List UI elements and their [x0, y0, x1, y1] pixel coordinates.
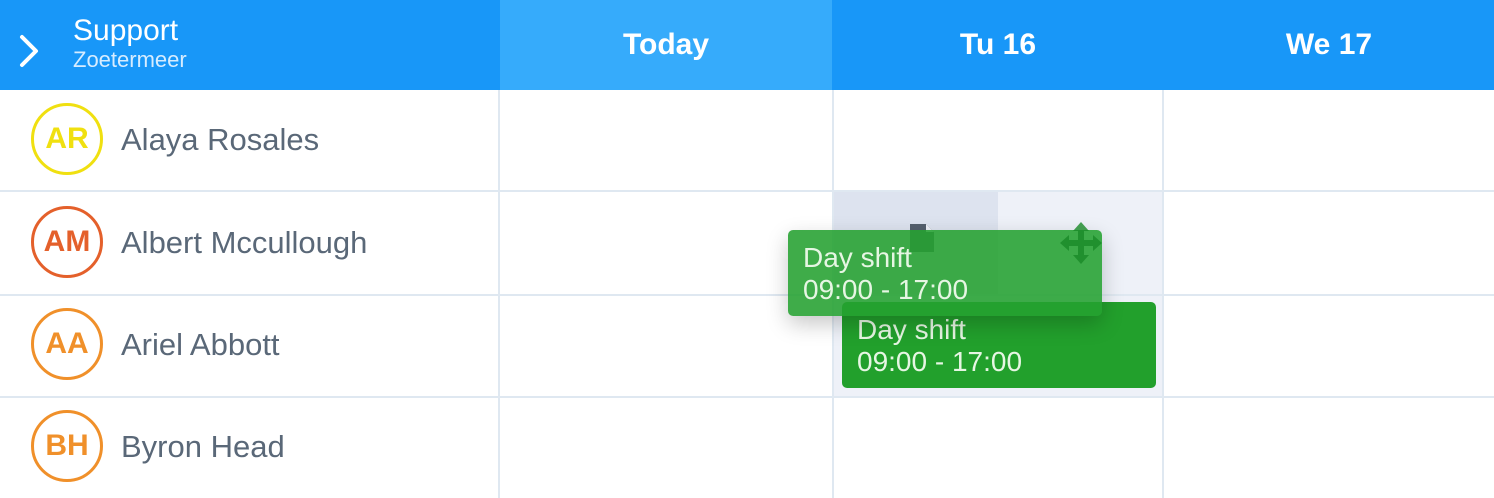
employee-name: Byron Head [121, 429, 285, 464]
employee-name: Albert Mccullough [121, 225, 368, 260]
schedule-header: Support Zoetermeer Today Tu 16 We 17 [0, 0, 1494, 90]
shift-title: Day shift [857, 314, 966, 345]
day-header-tu16[interactable]: Tu 16 [832, 0, 1164, 90]
avatar: AM [31, 206, 103, 278]
shift-title: Day shift [803, 242, 912, 273]
avatar: AR [31, 103, 103, 175]
move-icon [1060, 222, 1102, 264]
team-location: Zoetermeer [73, 47, 187, 72]
employee-name: Ariel Abbott [121, 327, 280, 362]
employee-row[interactable]: AM Albert Mccullough [0, 192, 498, 292]
avatar: AA [31, 308, 103, 380]
day-header-we17[interactable]: We 17 [1164, 0, 1494, 90]
employee-row[interactable]: AA Ariel Abbott [0, 296, 498, 396]
shift-time: 09:00 - 17:00 [803, 274, 969, 305]
employee-name: Alaya Rosales [121, 122, 320, 157]
day-header-today[interactable]: Today [500, 0, 832, 90]
avatar: BH [31, 410, 103, 482]
dragging-shift-block[interactable]: Day shift 09:00 - 17:00 [788, 230, 1102, 316]
team-name: Support [73, 14, 179, 47]
shift-time: 09:00 - 17:00 [857, 346, 1023, 377]
team-selector[interactable]: Support Zoetermeer [0, 0, 500, 90]
chevron-right-icon[interactable] [16, 33, 44, 69]
employee-row[interactable]: AR Alaya Rosales [0, 90, 498, 190]
employee-row[interactable]: BH Byron Head [0, 398, 498, 498]
